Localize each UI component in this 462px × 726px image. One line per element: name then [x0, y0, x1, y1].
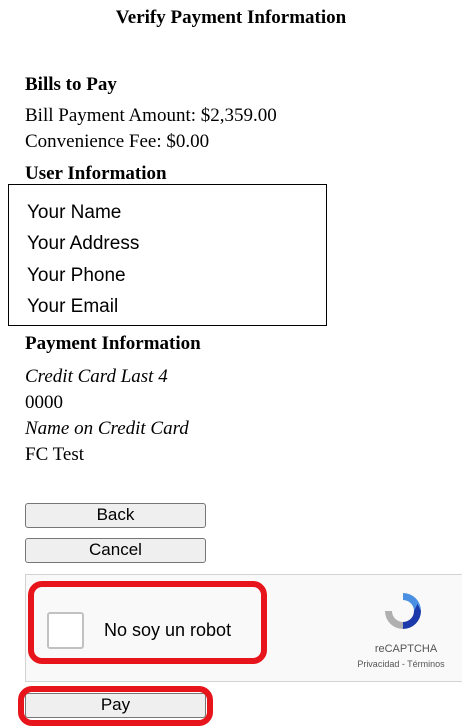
recaptcha-links[interactable]: Privacidad - Términos — [331, 659, 462, 669]
user-info-heading: User Information — [25, 163, 167, 184]
card-last4-value: 0000 — [25, 392, 63, 413]
payment-info-heading: Payment Information — [25, 333, 201, 354]
user-address: Your Address — [27, 233, 140, 254]
recaptcha-brand: reCAPTCHA — [374, 643, 438, 655]
convenience-fee: Convenience Fee: $0.00 — [25, 131, 210, 152]
card-name-value: FC Test — [25, 444, 85, 465]
checkbox-highlight-box — [28, 581, 267, 664]
cancel-button[interactable]: Cancel — [25, 538, 206, 563]
user-name: Your Name — [27, 202, 122, 223]
user-phone: Your Phone — [27, 265, 126, 286]
recaptcha-logo-icon — [385, 593, 421, 629]
bills-heading: Bills to Pay — [25, 74, 117, 95]
back-button[interactable]: Back — [25, 503, 206, 528]
pay-highlight-box — [18, 686, 213, 726]
card-name-label: Name on Credit Card — [25, 418, 189, 439]
card-last4-label: Credit Card Last 4 — [25, 366, 168, 387]
user-info-box: Your Name Your Address Your Phone Your E… — [8, 184, 327, 326]
bill-amount: Bill Payment Amount: $2,359.00 — [25, 105, 277, 126]
page-title: Verify Payment Information — [115, 7, 347, 28]
user-email: Your Email — [27, 296, 119, 317]
